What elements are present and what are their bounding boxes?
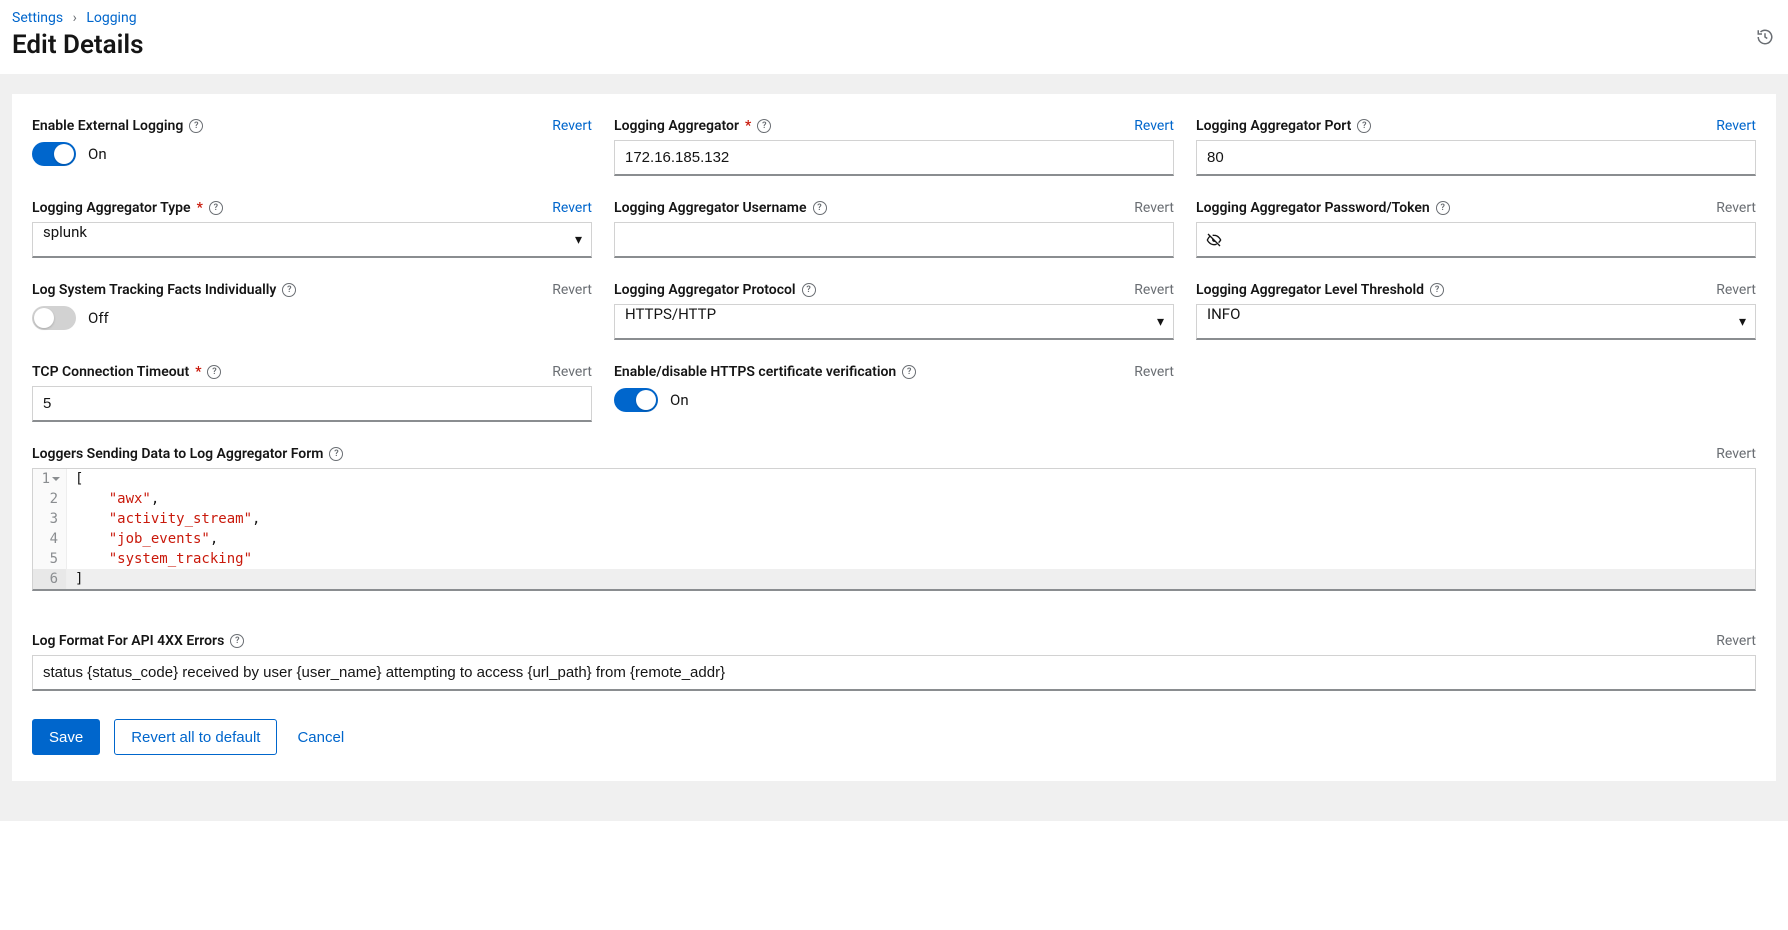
revert-loggers-form: Revert — [1716, 446, 1756, 462]
label-logging-aggregator-password: Logging Aggregator Password/Token ? — [1196, 200, 1450, 216]
toggle-enable-external-logging[interactable] — [32, 142, 76, 166]
revert-https-cert-verification: Revert — [1134, 364, 1174, 380]
help-icon[interactable]: ? — [282, 283, 296, 297]
input-tcp-connection-timeout[interactable] — [32, 386, 592, 422]
label-logging-aggregator: Logging Aggregator * ? — [614, 118, 771, 134]
revert-enable-external-logging[interactable]: Revert — [552, 118, 592, 134]
revert-tcp-connection-timeout: Revert — [552, 364, 592, 380]
form-actions: Save Revert all to default Cancel — [32, 719, 1756, 755]
page-title: Edit Details — [12, 30, 1776, 60]
revert-logging-aggregator-level-threshold: Revert — [1716, 282, 1756, 298]
label-logging-aggregator-level-threshold: Logging Aggregator Level Threshold ? — [1196, 282, 1444, 298]
label-tcp-connection-timeout: TCP Connection Timeout * ? — [32, 364, 221, 380]
breadcrumb-separator: › — [73, 10, 77, 26]
code-line[interactable]: 2 "awx", — [33, 489, 1755, 509]
code-line[interactable]: 4 "job_events", — [33, 529, 1755, 549]
help-icon[interactable]: ? — [1357, 119, 1371, 133]
field-logging-aggregator-type: Logging Aggregator Type * ? Revert splun… — [32, 200, 592, 258]
revert-logging-aggregator-protocol: Revert — [1134, 282, 1174, 298]
field-logging-aggregator-password: Logging Aggregator Password/Token ? Reve… — [1196, 200, 1756, 258]
field-enable-external-logging: Enable External Logging ? Revert On — [32, 118, 592, 176]
label-logging-aggregator-port: Logging Aggregator Port ? — [1196, 118, 1371, 134]
toggle-password-visibility-button[interactable] — [1196, 222, 1232, 258]
field-logging-aggregator-port: Logging Aggregator Port ? Revert — [1196, 118, 1756, 176]
help-icon[interactable]: ? — [813, 201, 827, 215]
field-empty-placeholder — [1196, 364, 1756, 422]
revert-logging-aggregator[interactable]: Revert — [1134, 118, 1174, 134]
code-line[interactable]: 1[ — [33, 469, 1755, 489]
label-enable-external-logging: Enable External Logging ? — [32, 118, 203, 134]
toggle-track-facts-individually[interactable] — [32, 306, 76, 330]
revert-logging-aggregator-username: Revert — [1134, 200, 1174, 216]
label-track-facts-individually: Log System Tracking Facts Individually ? — [32, 282, 296, 298]
cancel-button[interactable]: Cancel — [291, 719, 350, 755]
help-icon[interactable]: ? — [207, 365, 221, 379]
help-icon[interactable]: ? — [230, 634, 244, 648]
breadcrumb-logging-link[interactable]: Logging — [86, 10, 136, 26]
label-https-cert-verification: Enable/disable HTTPS certificate verific… — [614, 364, 916, 380]
toggle-state-label: Off — [88, 309, 109, 327]
label-logging-aggregator-username: Logging Aggregator Username ? — [614, 200, 827, 216]
edit-details-card: Enable External Logging ? Revert On Logg… — [12, 94, 1776, 781]
toggle-state-label: On — [670, 391, 689, 409]
revert-logging-aggregator-type[interactable]: Revert — [552, 200, 592, 216]
help-icon[interactable]: ? — [209, 201, 223, 215]
breadcrumb: Settings › Logging — [12, 10, 1776, 26]
revert-log-format-4xx: Revert — [1716, 633, 1756, 649]
label-loggers-form: Loggers Sending Data to Log Aggregator F… — [32, 446, 343, 462]
select-logging-aggregator-protocol[interactable]: HTTPS/HTTP — [614, 304, 1174, 340]
help-icon[interactable]: ? — [1430, 283, 1444, 297]
field-logging-aggregator: Logging Aggregator * ? Revert — [614, 118, 1174, 176]
help-icon[interactable]: ? — [329, 447, 343, 461]
select-logging-aggregator-level-threshold[interactable]: INFO — [1196, 304, 1756, 340]
eye-off-icon — [1206, 232, 1222, 248]
input-logging-aggregator[interactable] — [614, 140, 1174, 176]
field-tcp-connection-timeout: TCP Connection Timeout * ? Revert — [32, 364, 592, 422]
code-line[interactable]: 3 "activity_stream", — [33, 509, 1755, 529]
label-log-format-4xx: Log Format For API 4XX Errors ? — [32, 633, 244, 649]
input-log-format-4xx[interactable] — [32, 655, 1756, 691]
field-logging-aggregator-level-threshold: Logging Aggregator Level Threshold ? Rev… — [1196, 282, 1756, 340]
label-logging-aggregator-protocol: Logging Aggregator Protocol ? — [614, 282, 816, 298]
field-loggers-form: Loggers Sending Data to Log Aggregator F… — [32, 446, 1756, 591]
help-icon[interactable]: ? — [757, 119, 771, 133]
toggle-https-cert-verification[interactable] — [614, 388, 658, 412]
input-logging-aggregator-port[interactable] — [1196, 140, 1756, 176]
revert-all-button[interactable]: Revert all to default — [114, 719, 277, 755]
code-line[interactable]: 6] — [33, 569, 1755, 589]
select-logging-aggregator-type[interactable]: splunk — [32, 222, 592, 258]
help-icon[interactable]: ? — [902, 365, 916, 379]
field-log-format-4xx: Log Format For API 4XX Errors ? Revert — [32, 633, 1756, 691]
fold-icon[interactable] — [52, 477, 60, 481]
field-https-cert-verification: Enable/disable HTTPS certificate verific… — [614, 364, 1174, 422]
save-button[interactable]: Save — [32, 719, 100, 755]
input-logging-aggregator-username[interactable] — [614, 222, 1174, 258]
revert-logging-aggregator-port[interactable]: Revert — [1716, 118, 1756, 134]
field-track-facts-individually: Log System Tracking Facts Individually ?… — [32, 282, 592, 340]
history-icon[interactable] — [1756, 28, 1774, 46]
help-icon[interactable]: ? — [802, 283, 816, 297]
help-icon[interactable]: ? — [1436, 201, 1450, 215]
input-logging-aggregator-password[interactable] — [1232, 222, 1756, 258]
revert-logging-aggregator-password: Revert — [1716, 200, 1756, 216]
breadcrumb-settings-link[interactable]: Settings — [12, 10, 63, 26]
help-icon[interactable]: ? — [189, 119, 203, 133]
field-logging-aggregator-username: Logging Aggregator Username ? Revert — [614, 200, 1174, 258]
toggle-state-label: On — [88, 145, 107, 163]
label-logging-aggregator-type: Logging Aggregator Type * ? — [32, 200, 223, 216]
code-line[interactable]: 5 "system_tracking" — [33, 549, 1755, 569]
field-logging-aggregator-protocol: Logging Aggregator Protocol ? Revert HTT… — [614, 282, 1174, 340]
code-editor-loggers-form[interactable]: 1[2 "awx",3 "activity_stream",4 "job_eve… — [32, 468, 1756, 591]
revert-track-facts-individually: Revert — [552, 282, 592, 298]
